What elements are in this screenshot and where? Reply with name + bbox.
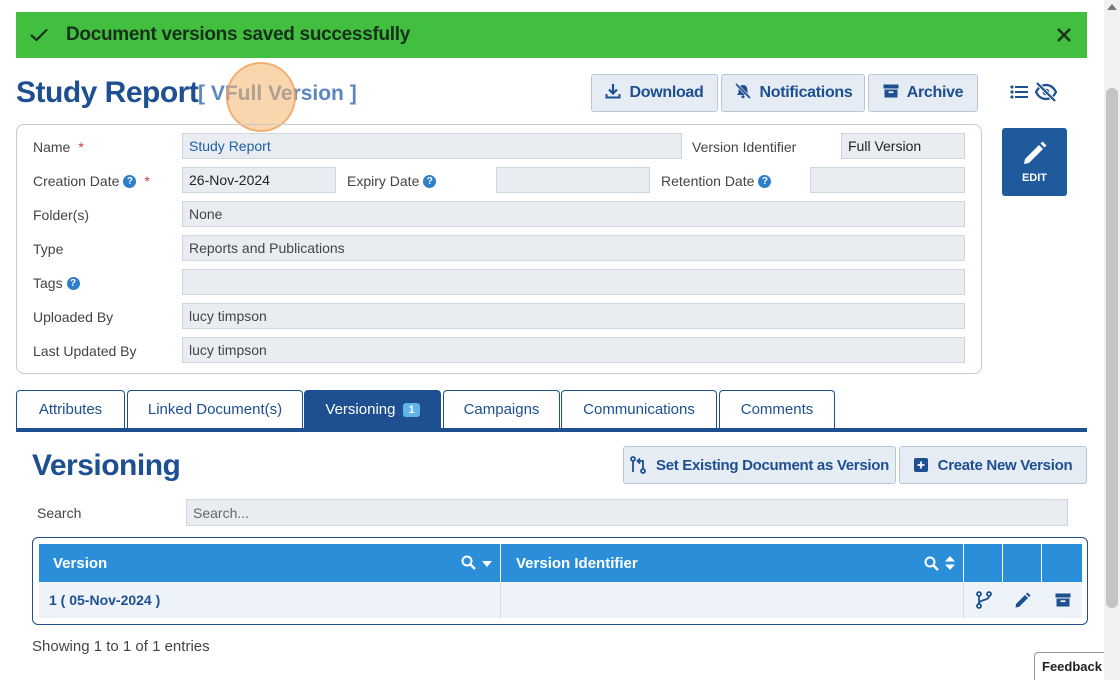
view-tools [1010,81,1058,107]
notifications-label: Notifications [759,84,853,101]
uploaded-by-field: lucy timpson [182,303,965,329]
detail-tabs: Attributes Linked Document(s) Versioning… [16,390,1087,432]
git-compare-icon [630,456,646,474]
versions-table: Version Version Identifier 1 ( 05-Nov-20… [32,537,1088,625]
version-cell[interactable]: 1 ( 05-Nov-2024 ) [39,582,501,618]
page-title: Study Report [16,76,199,109]
download-label: Download [629,84,704,101]
check-icon [30,28,66,42]
tab-comments[interactable]: Comments [719,390,835,428]
branch-icon[interactable] [965,582,1003,618]
tab-linked-documents[interactable]: Linked Document(s) [127,390,303,428]
help-icon[interactable]: ? [758,174,772,188]
folders-label: Folder(s) [33,207,90,223]
version-identifier-cell [502,582,964,618]
archive-label: Archive [906,84,964,101]
column-header-action-2 [1004,544,1042,582]
expiry-date-field [496,167,650,193]
tab-communications[interactable]: Communications [561,390,717,428]
folders-field: None [182,201,965,227]
edit-label: EDIT [1021,172,1048,184]
bell-slash-icon [734,82,752,104]
help-icon[interactable]: ? [123,174,137,188]
search-input[interactable] [186,499,1068,526]
version-subtitle: [ VFull Version ] [198,82,357,105]
versioning-count-badge: 1 [403,402,420,417]
versioning-title: Versioning [32,449,181,482]
set-existing-label: Set Existing Document as Version [656,456,889,474]
column-header-version-identifier[interactable]: Version Identifier [502,544,964,582]
column-header-version[interactable]: Version [39,544,501,582]
name-label: Name * [33,139,84,155]
help-icon[interactable]: ? [66,276,80,290]
close-icon[interactable] [1053,24,1075,46]
table-info: Showing 1 to 1 of 1 entries [32,638,210,655]
version-identifier-label: Version Identifier [692,139,797,155]
required-mark: * [78,139,84,155]
version-identifier-field: Full Version [841,133,965,159]
search-label: Search [37,505,82,521]
tab-campaigns[interactable]: Campaigns [443,390,560,428]
tab-versioning[interactable]: Versioning 1 [304,390,441,428]
sort-down-icon[interactable] [482,556,492,574]
scroll-up-arrow[interactable] [1107,4,1117,10]
search-icon[interactable] [924,556,939,575]
column-header-action-1 [965,544,1003,582]
last-updated-by-field: lucy timpson [182,337,965,363]
uploaded-by-label: Uploaded By [33,309,114,325]
success-banner: Document versions saved successfully [16,12,1087,58]
help-icon[interactable]: ? [423,174,437,188]
notifications-button[interactable]: Notifications [721,74,865,112]
type-field: Reports and Publications [182,235,965,261]
type-label: Type [33,241,64,257]
archive-button[interactable]: Archive [868,74,978,112]
last-updated-by-label: Last Updated By [33,343,137,359]
sort-icon[interactable] [945,555,955,575]
required-mark: * [144,173,150,189]
archive-icon[interactable] [1043,582,1082,618]
search-icon[interactable] [461,555,476,574]
download-button[interactable]: Download [591,74,718,112]
creation-date-field: 26-Nov-2024 [182,167,336,193]
tags-label: Tags ? [33,275,80,291]
page-scrollbar-thumb[interactable] [1106,88,1118,608]
create-new-version-button[interactable]: Create New Version [899,446,1087,484]
plus-square-icon [913,458,928,472]
table-row: 1 ( 05-Nov-2024 ) [39,582,1082,618]
create-new-label: Create New Version [937,456,1073,474]
banner-message: Document versions saved successfully [66,24,411,45]
retention-date-label: Retention Date ? [661,173,772,189]
tab-attributes[interactable]: Attributes [16,390,125,428]
pencil-icon [1022,140,1048,166]
creation-date-label: Creation Date ? * [33,173,150,189]
name-field: Study Report [182,133,682,159]
tags-field [182,269,965,295]
retention-date-field [810,167,965,193]
list-icon[interactable] [1010,84,1028,105]
table-header: Version Version Identifier [39,544,1082,582]
edit-button[interactable]: EDIT [1002,128,1067,196]
eye-slash-icon[interactable] [1034,81,1058,107]
pencil-icon[interactable] [1004,582,1042,618]
download-icon [605,83,621,104]
set-existing-version-button[interactable]: Set Existing Document as Version [623,446,896,484]
expiry-date-label: Expiry Date ? [347,173,437,189]
column-header-action-3 [1043,544,1082,582]
archive-icon [883,84,899,103]
